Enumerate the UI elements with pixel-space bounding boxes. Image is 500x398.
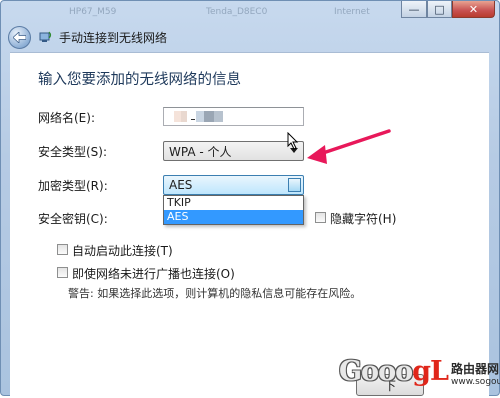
background-network-name: HP67_M59 — [69, 7, 117, 17]
close-button[interactable]: ✕ — [452, 1, 495, 18]
dropdown-button[interactable] — [288, 178, 301, 192]
minimize-button[interactable]: — — [401, 1, 427, 18]
site-watermark: GooogL 路由器网 www.sogou.com — [339, 356, 500, 396]
background-network-name: Tenda_D8EC0 — [206, 7, 268, 17]
maximize-icon: □ — [434, 2, 445, 16]
hide-characters-label: 隐藏字符(H) — [330, 212, 397, 226]
back-button[interactable] — [8, 25, 31, 49]
security-type-label: 安全类型(S): — [38, 145, 108, 159]
watermark-site-name: 路由器网 — [451, 362, 500, 376]
network-name-input[interactable] — [163, 107, 304, 126]
redacted-name-blur — [174, 111, 223, 122]
security-type-value: WPA - 个人 — [169, 144, 232, 159]
auto-start-checkbox[interactable] — [57, 244, 68, 255]
wizard-header: 手动连接到无线网络 — [6, 23, 494, 51]
auto-start-label: 自动启动此连接(T) — [72, 244, 173, 258]
dropdown-option-aes[interactable]: AES — [164, 210, 303, 224]
encryption-type-label: 加密类型(R): — [38, 179, 108, 193]
background-network-name: Internet — [334, 7, 370, 17]
content-panel: 输入您要添加的无线网络的信息 网络名(E): 安全类型(S): WPA - 个人… — [10, 52, 489, 398]
maximize-button[interactable]: □ — [427, 1, 452, 18]
mouse-cursor-icon — [287, 132, 299, 150]
network-name-label: 网络名(E): — [38, 111, 95, 125]
security-key-label: 安全密钥(C): — [38, 212, 108, 226]
page-heading: 输入您要添加的无线网络的信息 — [38, 72, 241, 88]
close-icon: ✕ — [468, 2, 479, 16]
connect-hidden-label: 即使网络未进行广播也连接(O) — [72, 267, 235, 281]
hide-characters-checkbox[interactable] — [315, 212, 326, 223]
minimize-icon: — — [408, 2, 420, 16]
connect-hidden-checkbox[interactable] — [57, 267, 68, 278]
dialog-window: HP67_M59 Tenda_D8EC0 Internet — □ ✕ 手动连接… — [0, 0, 500, 398]
watermark-url: www.sogou.com — [451, 377, 500, 387]
network-wizard-icon — [39, 31, 52, 42]
watermark-logo: GooogL — [339, 356, 449, 387]
window-title: 手动连接到无线网络 — [59, 30, 168, 45]
back-arrow-icon — [13, 31, 26, 43]
privacy-warning: 警告: 如果选择此选项，则计算机的隐私信息可能存在风险。 — [68, 287, 362, 300]
encryption-type-value: AES — [169, 178, 193, 192]
encryption-dropdown-list: TKIP AES — [163, 195, 304, 225]
dropdown-option-tkip[interactable]: TKIP — [164, 196, 303, 210]
